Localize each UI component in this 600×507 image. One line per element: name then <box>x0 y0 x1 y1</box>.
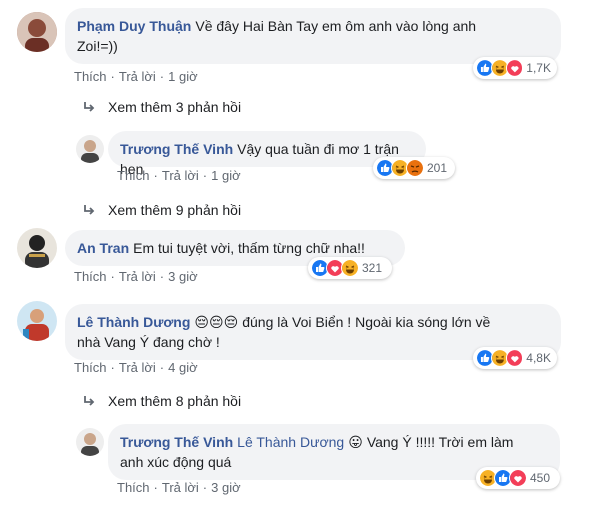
reaction-summary[interactable]: 4,8K <box>473 347 557 369</box>
avatar[interactable] <box>76 135 104 163</box>
comment-author[interactable]: An Tran <box>77 240 129 256</box>
avatar[interactable] <box>76 428 104 456</box>
comment-actions: Thích · Trả lời · 1 giờ <box>74 69 198 84</box>
like-link[interactable]: Thích <box>74 269 107 284</box>
avatar[interactable] <box>17 301 57 341</box>
comment-actions: Thích · Trả lời · 3 giờ <box>74 269 198 284</box>
more-replies-label: Xem thêm 3 phản hồi <box>108 99 242 115</box>
reply-arrow-icon <box>84 205 95 215</box>
reaction-count: 201 <box>427 161 448 175</box>
reaction-summary[interactable]: 450 <box>476 467 560 489</box>
reply-link[interactable]: Trả lời <box>119 269 156 284</box>
more-replies-label: Xem thêm 8 phản hồi <box>108 393 242 409</box>
comment-text: Về đây Hai Bàn Tay em ôm anh vào lòng an… <box>195 18 477 34</box>
reaction-summary[interactable]: 321 <box>308 257 392 279</box>
more-replies-link[interactable]: Xem thêm 8 phản hồi <box>82 393 241 409</box>
comment-author[interactable]: Phạm Duy Thuận <box>77 18 191 34</box>
comment-actions: Thích · Trả lời · 1 giờ <box>117 168 241 183</box>
timestamp[interactable]: 3 giờ <box>211 480 241 495</box>
reaction-count: 321 <box>362 261 383 275</box>
more-replies-label: Xem thêm 9 phản hồi <box>108 202 242 218</box>
avatar-photo <box>76 428 104 456</box>
comment-text: Vang Ý !!!!! Trời em làm <box>366 434 514 450</box>
reaction-count: 1,7K <box>526 61 551 75</box>
timestamp[interactable]: 4 giờ <box>168 360 198 375</box>
avatar[interactable] <box>17 12 57 52</box>
love-reaction-icon <box>505 349 524 367</box>
comment-text: đúng là Voi Biển ! Ngoài kia sóng lớn về <box>242 314 491 330</box>
avatar-photo <box>76 135 104 163</box>
avatar-photo <box>17 228 57 268</box>
reply-arrow-icon <box>84 396 95 406</box>
comment-text: Zoi!=)) <box>77 38 118 54</box>
comment-bubble: Phạm Duy Thuận Về đây Hai Bàn Tay em ôm a… <box>65 8 561 64</box>
timestamp[interactable]: 1 giờ <box>211 168 241 183</box>
comment-actions: Thích · Trả lời · 4 giờ <box>74 360 198 375</box>
like-link[interactable]: Thích <box>117 168 150 183</box>
like-link[interactable]: Thích <box>74 69 107 84</box>
like-link[interactable]: Thích <box>117 480 150 495</box>
comment-author[interactable]: Lê Thành Dương <box>77 314 190 330</box>
emoji: 😛 <box>348 434 363 450</box>
comment-author[interactable]: Trương Thế Vinh <box>120 141 233 157</box>
reply-link[interactable]: Trả lời <box>119 69 156 84</box>
comment-text: Em tui tuyệt vời, thấm từng chữ nha!! <box>133 240 365 256</box>
reaction-count: 450 <box>530 471 551 485</box>
timestamp[interactable]: 3 giờ <box>168 269 198 284</box>
avatar-photo <box>17 301 57 341</box>
avatar[interactable] <box>17 228 57 268</box>
timestamp[interactable]: 1 giờ <box>168 69 198 84</box>
comment-text: anh xúc động quá <box>120 454 232 470</box>
haha-reaction-icon <box>341 259 359 277</box>
mention-link[interactable]: Lê Thành Dương <box>237 434 344 450</box>
comment-actions: Thích · Trả lời · 3 giờ <box>117 480 241 495</box>
reply-link[interactable]: Trả lời <box>162 480 199 495</box>
reply-arrow-icon <box>84 102 95 112</box>
reaction-summary[interactable]: 1,7K <box>473 57 557 79</box>
reply-link[interactable]: Trả lời <box>119 360 156 375</box>
reply-link[interactable]: Trả lời <box>162 168 199 183</box>
reaction-summary[interactable]: 201 <box>373 157 455 179</box>
love-reaction-icon <box>505 59 524 77</box>
reaction-count: 4,8K <box>526 351 551 365</box>
more-replies-link[interactable]: Xem thêm 9 phản hồi <box>82 202 241 218</box>
love-reaction-icon <box>509 469 527 487</box>
angry-reaction-icon <box>406 159 424 177</box>
more-replies-link[interactable]: Xem thêm 3 phản hồi <box>82 99 241 115</box>
avatar-photo <box>17 12 57 52</box>
emoji: 😔😔😔 <box>194 314 239 330</box>
comment-author[interactable]: Trương Thế Vinh <box>120 434 233 450</box>
like-link[interactable]: Thích <box>74 360 107 375</box>
comment-text: nhà Vang Ý đang chờ ! <box>77 334 220 350</box>
